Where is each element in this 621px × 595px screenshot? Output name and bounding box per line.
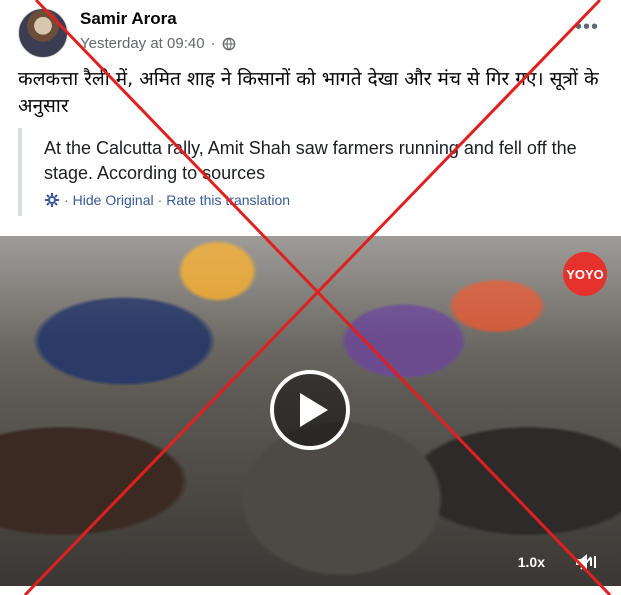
more-options-icon[interactable]: ••• [575, 17, 599, 37]
post-text: कलकत्ता रैली में, अमित शाह ने किसानों को… [18, 68, 599, 117]
gear-icon[interactable] [44, 192, 60, 208]
globe-icon[interactable] [222, 37, 236, 51]
separator-dot: · [157, 192, 163, 208]
translation-controls: · Hide Original · Rate this translation [44, 192, 290, 208]
hide-original-link[interactable]: Hide Original [73, 192, 154, 208]
playback-speed-button[interactable]: 1.0x [518, 554, 545, 570]
translation-text: At the Calcutta rally, Amit Shah saw far… [44, 138, 577, 183]
separator-dot: · [64, 192, 69, 208]
post-meta: Yesterday at 09:40 · [80, 35, 236, 52]
author-name[interactable]: Samir Arora [80, 9, 177, 29]
separator-dot: · [210, 35, 216, 52]
post-timestamp[interactable]: Yesterday at 09:40 [80, 35, 205, 52]
play-button[interactable] [270, 370, 350, 450]
translation-block: At the Calcutta rally, Amit Shah saw far… [18, 128, 612, 216]
play-icon [299, 393, 328, 427]
channel-logo: YOYO [563, 252, 607, 296]
video-player[interactable]: YOYO 1.0x [0, 236, 621, 586]
avatar[interactable] [18, 8, 68, 58]
speaker-muted-icon[interactable] [573, 550, 599, 574]
rate-translation-link[interactable]: Rate this translation [166, 192, 290, 208]
